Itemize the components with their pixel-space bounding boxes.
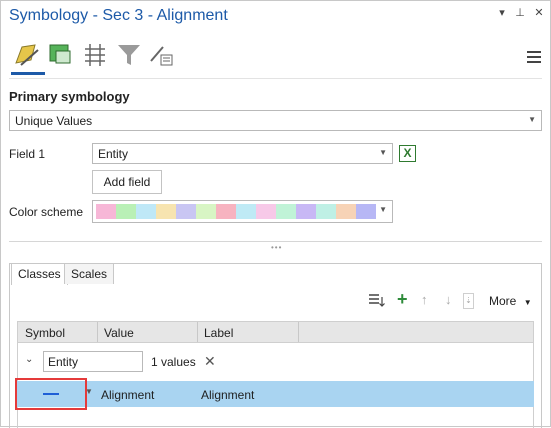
move-down-icon[interactable]: ↓ bbox=[445, 292, 452, 307]
tab-scales[interactable]: Scales bbox=[64, 263, 115, 284]
column-divider bbox=[298, 322, 299, 342]
chevron-down-icon: ▼ bbox=[379, 205, 387, 214]
color-swatch bbox=[316, 204, 336, 219]
color-swatch bbox=[136, 204, 156, 219]
more-options-icon[interactable] bbox=[147, 41, 175, 69]
vary-symbology-icon[interactable] bbox=[47, 41, 75, 69]
column-divider bbox=[97, 322, 98, 342]
color-swatch bbox=[96, 204, 116, 219]
table-row[interactable]: ▼ Alignment Alignment bbox=[17, 381, 534, 407]
add-field-button[interactable]: Add field bbox=[92, 170, 162, 194]
divider bbox=[9, 78, 542, 79]
group-field-input[interactable]: Entity bbox=[43, 351, 143, 372]
color-scheme-select[interactable]: ▼ bbox=[92, 200, 393, 223]
remove-group-icon[interactable]: ✕ bbox=[204, 353, 216, 370]
grip-icon[interactable]: ••• bbox=[271, 243, 282, 252]
pane-options-icon[interactable]: ▾ bbox=[495, 6, 509, 19]
chevron-down-icon: ▼ bbox=[528, 115, 536, 124]
field1-select[interactable]: Entity ▼ bbox=[92, 143, 393, 164]
color-swatch bbox=[176, 204, 196, 219]
highlight-box bbox=[15, 378, 87, 410]
tab-classes[interactable]: Classes bbox=[11, 263, 68, 285]
classes-grid-header: Symbol Value Label bbox=[17, 321, 534, 343]
column-divider bbox=[197, 322, 198, 342]
primary-symbology-icon[interactable] bbox=[13, 41, 41, 69]
more-menu-label: More bbox=[489, 294, 517, 308]
column-label[interactable]: Label bbox=[204, 326, 233, 340]
group-header-row: ⌄ Entity 1 values ✕ bbox=[17, 348, 534, 376]
color-swatch bbox=[356, 204, 376, 219]
color-swatch bbox=[256, 204, 276, 219]
color-swatch bbox=[236, 204, 256, 219]
color-swatch bbox=[116, 204, 136, 219]
pane-title-bar: Symbology - Sec 3 - Alignment ▾ ⊥ ✕ bbox=[1, 1, 550, 35]
field1-value: Entity bbox=[98, 147, 129, 161]
row-label[interactable]: Alignment bbox=[201, 388, 254, 402]
chevron-down-icon: ▼ bbox=[523, 298, 532, 307]
color-swatch bbox=[276, 204, 296, 219]
splitter[interactable] bbox=[9, 241, 542, 242]
chevron-down-icon[interactable]: ⌄ bbox=[25, 354, 33, 365]
symbology-method-select[interactable]: Unique Values ▼ bbox=[9, 110, 542, 131]
filter-icon[interactable] bbox=[115, 41, 143, 69]
color-swatch bbox=[156, 204, 176, 219]
color-swatch bbox=[336, 204, 356, 219]
active-tab-indicator bbox=[11, 72, 45, 75]
reorder-classes-icon[interactable] bbox=[367, 292, 385, 311]
move-up-icon[interactable]: ↑ bbox=[421, 292, 428, 307]
label-classes-icon[interactable] bbox=[81, 41, 109, 69]
symbology-method-value: Unique Values bbox=[15, 114, 93, 128]
pin-icon[interactable]: ⊥ bbox=[513, 6, 527, 19]
column-value[interactable]: Value bbox=[104, 326, 134, 340]
menu-icon[interactable] bbox=[527, 51, 541, 66]
color-scheme-label: Color scheme bbox=[9, 205, 84, 219]
expression-button[interactable]: X bbox=[399, 145, 416, 162]
more-menu-button[interactable]: More ▼ bbox=[489, 294, 532, 308]
close-icon[interactable]: ✕ bbox=[532, 6, 546, 19]
color-swatch bbox=[216, 204, 236, 219]
pane-title: Symbology - Sec 3 - Alignment bbox=[9, 7, 228, 24]
column-symbol[interactable]: Symbol bbox=[25, 326, 65, 340]
color-swatch bbox=[296, 204, 316, 219]
chevron-down-icon: ▼ bbox=[379, 148, 387, 157]
row-value[interactable]: Alignment bbox=[101, 388, 154, 402]
color-swatch bbox=[196, 204, 216, 219]
color-ramp bbox=[96, 204, 376, 219]
field1-label: Field 1 bbox=[9, 147, 46, 161]
primary-symbology-heading: Primary symbology bbox=[9, 89, 130, 104]
collapse-icon[interactable]: ⇣ bbox=[463, 293, 474, 309]
add-class-icon[interactable]: + bbox=[397, 289, 408, 310]
group-value-count: 1 values bbox=[151, 355, 196, 369]
symbology-pane: Symbology - Sec 3 - Alignment ▾ ⊥ ✕ Prim… bbox=[0, 0, 551, 428]
